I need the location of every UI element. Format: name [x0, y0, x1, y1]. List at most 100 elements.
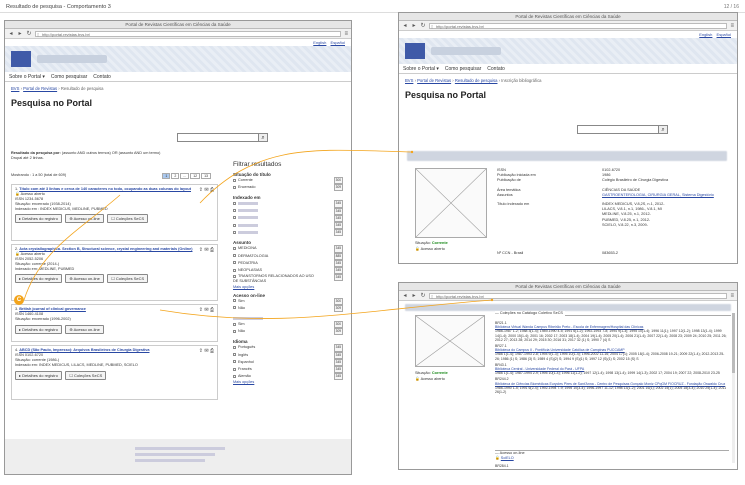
address-bar[interactable]: ▯ http://portal.revistas.bvs.br/ — [35, 30, 342, 37]
lang-english[interactable]: English — [313, 40, 326, 45]
reload-icon[interactable]: ↻ — [420, 293, 426, 299]
scielo-link[interactable]: SciELO — [501, 456, 514, 460]
result-title[interactable]: ABCD (São Paulo, Impresso): Arquivos Bra… — [19, 348, 149, 352]
filter-option[interactable]: 345 — [233, 207, 343, 215]
email-icon[interactable]: ✉ — [204, 187, 208, 193]
crumb-results[interactable]: Resultado de pesquisa — [455, 78, 498, 83]
filter-option[interactable]: Não 309 — [233, 304, 343, 313]
secs-collections-button[interactable]: ☐ Coleções SeCS — [107, 274, 149, 283]
details-button[interactable]: ▸ Detalhes do registro — [15, 325, 62, 334]
bvs-logo[interactable] — [11, 51, 31, 67]
result-actions: ⇪ ✉ ⎙ — [199, 348, 214, 354]
journal-access: 🔓 Acesso aberto — [415, 247, 445, 251]
secs-collections-button[interactable]: ☐ Coleções SeCS — [107, 214, 149, 223]
filter-option[interactable]: 345 — [233, 222, 343, 230]
result-title[interactable]: Acta crystallographica. Section B, Struc… — [19, 247, 192, 251]
reload-icon[interactable]: ↻ — [26, 31, 32, 37]
back-icon[interactable]: ◂ — [8, 31, 14, 37]
print-icon[interactable]: ⎙ — [210, 348, 214, 354]
filter-option[interactable]: Sim 300 — [233, 321, 343, 329]
filter-option[interactable]: NEOPLASIAS 345 — [233, 267, 343, 275]
lang-english[interactable]: English — [699, 32, 712, 37]
lang-espanol[interactable]: Español — [717, 32, 731, 37]
filter-option[interactable]: Corrente 300 — [233, 177, 343, 185]
filter-option[interactable]: Não 309 — [233, 328, 343, 336]
journal-access: 🔓 Acesso aberto — [415, 377, 445, 381]
share-icon[interactable]: ⇪ — [199, 187, 203, 193]
nav-how-to-search[interactable]: Como pesquisar — [445, 66, 481, 72]
filter-option[interactable]: TRANSTORNOS RELACIONADOS AO USO DE SUBST… — [233, 274, 343, 284]
print-icon[interactable]: ⎙ — [210, 247, 214, 253]
print-icon[interactable]: ⎙ — [210, 307, 214, 313]
result-item: 3. British journal of clinical governanc… — [11, 304, 218, 342]
page-2[interactable]: 2 — [171, 173, 180, 179]
nav-contact[interactable]: Contato — [487, 66, 505, 72]
search-input[interactable] — [177, 133, 259, 142]
filter-option[interactable]: PEDIATRIA 345 — [233, 259, 343, 268]
filter-option[interactable]: Espanhol 345 — [233, 358, 343, 367]
search-input[interactable] — [577, 125, 659, 134]
nav-how-to-search[interactable]: Como pesquisar — [51, 74, 87, 80]
more-options-link[interactable]: Mais opções — [233, 285, 343, 289]
menu-icon[interactable]: ≡ — [730, 293, 734, 299]
print-icon[interactable]: ⎙ — [210, 187, 214, 193]
filter-option[interactable]: Francês 345 — [233, 366, 343, 374]
back-icon[interactable]: ◂ — [402, 293, 408, 299]
details-button[interactable]: ▸ Detalhes do registro — [15, 274, 62, 283]
crumb-portal[interactable]: Portal de Revistas — [23, 86, 57, 91]
back-icon[interactable]: ◂ — [402, 23, 408, 29]
details-button[interactable]: ▸ Detalhes do registro — [15, 371, 62, 380]
crumb-portal[interactable]: Portal de Revistas — [417, 78, 451, 83]
filter-option[interactable]: MEDICINA 345 — [233, 245, 343, 253]
filter-option[interactable]: DERMATOLOGIA 885 — [233, 252, 343, 260]
email-icon[interactable]: ✉ — [204, 307, 208, 313]
reload-icon[interactable]: ↻ — [420, 23, 426, 29]
crumb-bvs[interactable]: BVS — [11, 86, 19, 91]
secs-collections-button[interactable]: ☐ Coleções SeCS — [65, 371, 107, 380]
window-title: Portal de Revistas Científicas em Ciênci… — [399, 283, 737, 291]
breadcrumb: BVS › Portal de Revistas › Resultado de … — [11, 86, 104, 91]
share-icon[interactable]: ⇪ — [199, 247, 203, 253]
crumb-bvs[interactable]: BVS — [405, 78, 413, 83]
filter-option[interactable]: Sim 300 — [233, 297, 343, 305]
nav-about[interactable]: Sobre o Portal ▾ — [403, 66, 439, 72]
filter-option[interactable]: 345 — [233, 200, 343, 208]
online-access-button[interactable]: ⊕ Acesso on-line — [65, 274, 104, 283]
online-access-button[interactable]: ⊕ Acesso on-line — [65, 214, 104, 223]
menu-icon[interactable]: ≡ — [730, 23, 734, 29]
scrollbar[interactable] — [732, 313, 735, 463]
menu-icon[interactable]: ≡ — [344, 31, 348, 37]
lang-espanol[interactable]: Español — [331, 40, 345, 45]
address-bar[interactable]: ▯ http://portal.revistas.bvs.br/ — [429, 292, 728, 299]
forward-icon[interactable]: ▸ — [411, 293, 417, 299]
search-icon[interactable]: ⌕ — [659, 125, 668, 134]
nav-contact[interactable]: Contato — [93, 74, 111, 80]
search-icon[interactable]: ⌕ — [259, 133, 268, 142]
page-1[interactable]: 1 — [162, 173, 171, 179]
page-ellipsis: ... — [180, 173, 190, 179]
result-actions: ⇪ ✉ ⎙ — [199, 247, 214, 253]
filter-option[interactable]: 345 — [233, 229, 343, 237]
address-bar[interactable]: ▯ http://portal.revistas.bvs.br/ — [429, 22, 728, 29]
more-options-link[interactable]: Mais opções — [233, 380, 343, 384]
details-button[interactable]: ▸ Detalhes do registro — [15, 214, 62, 223]
filter-option[interactable]: Inglês 345 — [233, 351, 343, 359]
breadcrumb: BVS › Portal de Revistas › Resultado de … — [405, 78, 542, 83]
filter-option[interactable]: Português 345 — [233, 344, 343, 352]
forward-icon[interactable]: ▸ — [411, 23, 417, 29]
result-title[interactable]: Título com até 3 linhas e cerca de 140 c… — [19, 187, 191, 191]
email-icon[interactable]: ✉ — [204, 348, 208, 354]
forward-icon[interactable]: ▸ — [17, 31, 23, 37]
nav-about[interactable]: Sobre o Portal ▾ — [9, 74, 45, 80]
page-12[interactable]: 12 — [190, 173, 201, 179]
email-icon[interactable]: ✉ — [204, 247, 208, 253]
result-title[interactable]: British journal of clinical governance — [19, 307, 86, 311]
share-icon[interactable]: ⇪ — [199, 307, 203, 313]
share-icon[interactable]: ⇪ — [199, 348, 203, 354]
filter-option[interactable]: Encerrado 309 — [233, 184, 343, 192]
bvs-logo[interactable] — [405, 43, 425, 59]
filter-option[interactable]: 345 — [233, 214, 343, 223]
page-13[interactable]: 13 — [201, 173, 211, 179]
online-access-button[interactable]: ⊕ Acesso on-line — [65, 325, 104, 334]
filter-option[interactable]: Alemão 345 — [233, 373, 343, 381]
